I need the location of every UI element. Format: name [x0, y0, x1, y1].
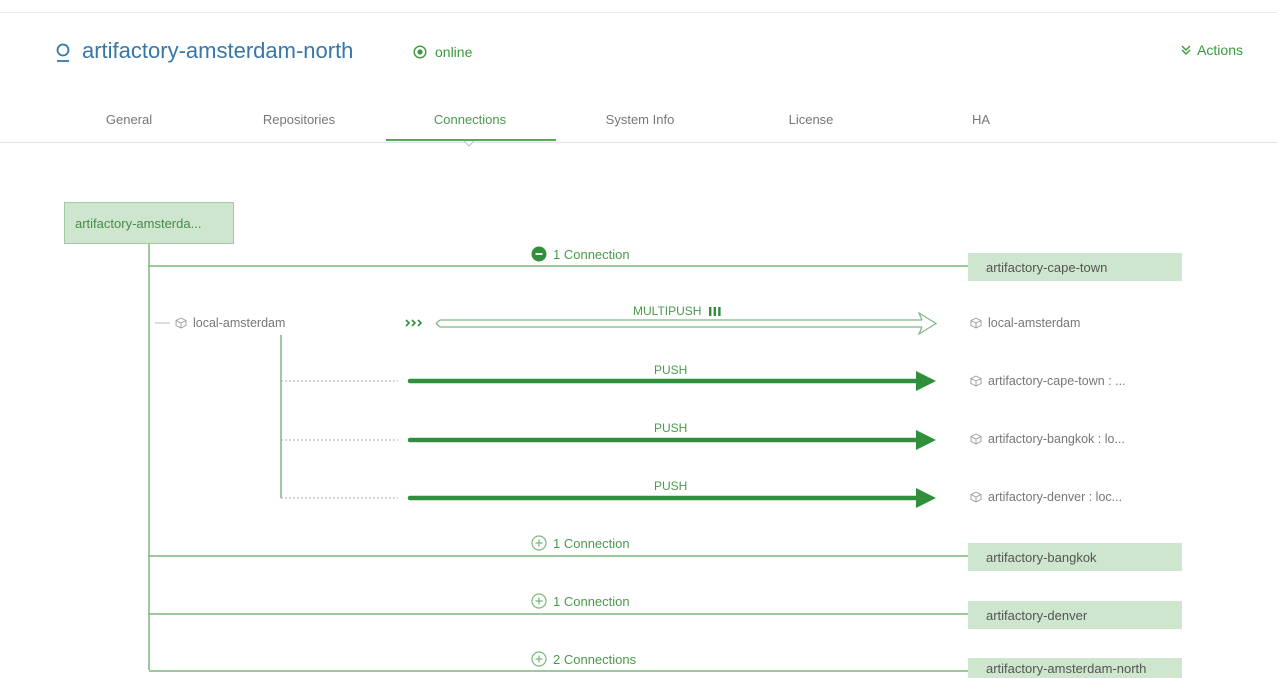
- connection-toggle-cape-town[interactable]: 1 Connection: [531, 246, 630, 262]
- multipush-label: MULTIPUSH: [633, 304, 722, 318]
- push-label-2: PUSH: [654, 421, 688, 435]
- connection-toggle-bangkok[interactable]: 1 Connection: [531, 535, 630, 551]
- expand-plus-icon: [531, 593, 547, 609]
- target-repo-label: artifactory-cape-town : ...: [988, 374, 1126, 388]
- connection-toggle-amsterdam-north[interactable]: 2 Connections: [531, 651, 636, 667]
- target-server-cape-town[interactable]: artifactory-cape-town: [968, 253, 1182, 281]
- target-server-bangkok[interactable]: artifactory-bangkok: [968, 543, 1182, 571]
- bars-icon: [709, 306, 722, 316]
- repo-cube-icon: [970, 491, 982, 503]
- target-repo-label: local-amsterdam: [988, 316, 1081, 330]
- connection-count-label: 1 Connection: [553, 593, 630, 609]
- target-repo-push-3[interactable]: artifactory-denver : loc...: [970, 490, 1122, 504]
- source-repo-local-amsterdam[interactable]: local-amsterdam: [175, 316, 285, 330]
- source-repo-label: local-amsterdam: [193, 316, 286, 330]
- connection-count-label: 2 Connections: [553, 651, 637, 667]
- target-repo-label: artifactory-denver : loc...: [988, 490, 1123, 504]
- topology-lines: [148, 244, 968, 672]
- repo-cube-icon: [175, 317, 187, 329]
- multipush-chevrons-icon: [405, 319, 423, 327]
- target-repo-label: artifactory-bangkok : lo...: [988, 432, 1125, 446]
- connection-count-label: 1 Connection: [553, 535, 630, 551]
- repo-cube-icon: [970, 433, 982, 445]
- push-label-3: PUSH: [654, 479, 688, 493]
- repo-cube-icon: [970, 375, 982, 387]
- target-server-amsterdam-north[interactable]: artifactory-amsterdam-north: [968, 658, 1182, 678]
- root-server-node[interactable]: artifactory-amsterda...: [64, 202, 234, 244]
- push-label-1: PUSH: [654, 363, 688, 377]
- target-repo-push-2[interactable]: artifactory-bangkok : lo...: [970, 432, 1125, 446]
- target-repo-multipush[interactable]: local-amsterdam: [970, 316, 1080, 330]
- expand-plus-icon: [531, 535, 547, 551]
- connection-count-label: 1 Connection: [553, 246, 630, 262]
- connections-topology: artifactory-amsterda... 1 Connection 1 C…: [0, 0, 1277, 678]
- connection-toggle-denver[interactable]: 1 Connection: [531, 593, 630, 609]
- repo-cube-icon: [970, 317, 982, 329]
- collapse-minus-icon: [531, 246, 547, 262]
- expand-plus-icon: [531, 651, 547, 667]
- target-server-denver[interactable]: artifactory-denver: [968, 601, 1182, 629]
- target-repo-push-1[interactable]: artifactory-cape-town : ...: [970, 374, 1126, 388]
- multipush-text: MULTIPUSH: [633, 304, 702, 318]
